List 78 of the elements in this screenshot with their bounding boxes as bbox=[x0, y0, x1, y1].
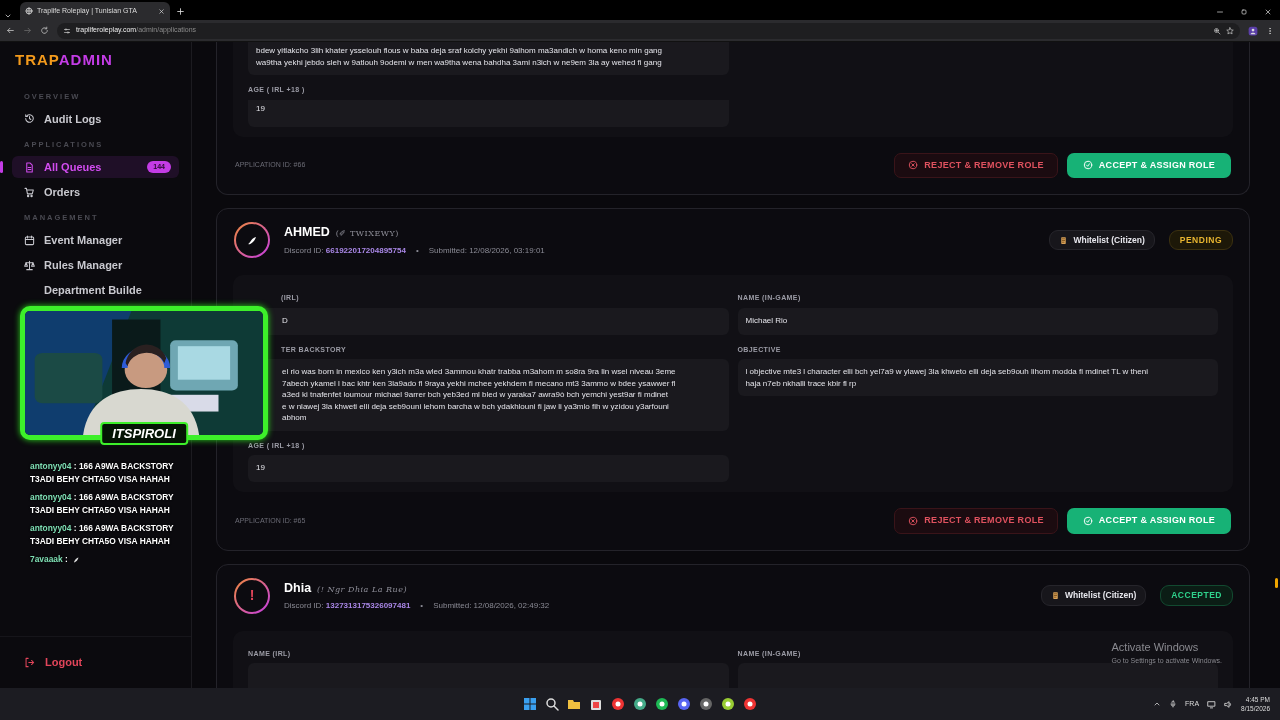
submitted-date: Submitted: 12/08/2026, 03:19:01 bbox=[428, 244, 545, 257]
check-circle-icon bbox=[1082, 515, 1093, 526]
arrow-app-icon[interactable] bbox=[720, 696, 736, 712]
sidebar-item[interactable]: Department Builde bbox=[12, 279, 179, 302]
separator-dot: • bbox=[415, 244, 419, 257]
site-info-icon[interactable] bbox=[63, 26, 71, 35]
notice-title: Activate Windows bbox=[1111, 640, 1200, 655]
logo: TRAPADMIN bbox=[14, 50, 114, 70]
sidebar-item[interactable]: Audit Logs bbox=[12, 107, 179, 130]
x-circle-icon bbox=[908, 160, 919, 171]
field-value: el rio was born in mexico ken y3ich m3a wled 3ammou khatr trabba m3ahom m so8ra 9ra lin wsel niveau 3eme 7abech ykamel l bac khtr ken 3la9ado fl 9raya yekhi mchee yekhdem fl mecano mt3 3ammo w bdee ysawwer fl a3ed ki tnafenfet loumour michael 9arrer bch yeb3ed ml bled w yaraka7 awra9ò bch yemchi yest9ar fi mdinet e w nlawej 3la khweti elli deja seb9ouni lehom barcha w bch ydakhlouni fi jaw li ya3mlo fih w yzidou y3arfouni abhom bbox=[282, 366, 676, 424]
bookmark-star-icon[interactable] bbox=[1226, 26, 1234, 35]
field-value: 19 bbox=[248, 455, 729, 482]
type-badge: Whitelist (Citizen) bbox=[1040, 585, 1147, 606]
scales-icon bbox=[24, 259, 35, 271]
scroll-icon bbox=[1059, 235, 1069, 245]
scrollbar-thumb[interactable] bbox=[1275, 578, 1278, 588]
browser-icon[interactable] bbox=[632, 696, 648, 712]
document-icon bbox=[24, 161, 35, 173]
close-icon[interactable] bbox=[1264, 8, 1272, 16]
emote-icon bbox=[71, 555, 80, 564]
calendar-icon bbox=[24, 234, 35, 246]
chat-message: antonyy04 : 166 A9WA BACKSTORY T3ADI BEHY CHTA5O VISA HAHAH bbox=[30, 460, 175, 486]
sidebar-item[interactable]: Rules Manager bbox=[12, 254, 179, 277]
chat-app-icon[interactable] bbox=[676, 696, 692, 712]
chat-message: 7avaaak : bbox=[30, 553, 200, 566]
field-value: 19 bbox=[248, 99, 729, 127]
nickname: (! Ngr Dhia La Rue) bbox=[317, 583, 408, 596]
field-value: l objective mte3 l character elli bch yel7a9 w ylawej 3la khweto elli deja seb9ouh lihom modda fi mdinet TL w theni haja n7eb nkhalli trace kbir fl rp bbox=[737, 359, 1218, 396]
discord-id: Discord ID: 661922017204895754 bbox=[284, 244, 406, 257]
microphone-icon[interactable] bbox=[1169, 700, 1178, 708]
monitor-icon[interactable] bbox=[1207, 699, 1217, 709]
back-icon[interactable] bbox=[6, 26, 15, 35]
zoom-icon[interactable] bbox=[1213, 26, 1221, 35]
app-icon[interactable] bbox=[698, 696, 714, 712]
sidebar-item[interactable]: Event Manager bbox=[12, 229, 179, 252]
check-circle-icon bbox=[1082, 160, 1093, 171]
submitted-date: Submitted: 12/08/2026, 02:49:32 bbox=[433, 600, 550, 613]
cart-icon bbox=[24, 186, 35, 198]
history-icon bbox=[24, 113, 35, 125]
reload-icon[interactable] bbox=[40, 26, 49, 35]
tab-list-icon[interactable] bbox=[4, 12, 12, 20]
start-icon[interactable] bbox=[522, 696, 538, 712]
discord-id: Discord ID: 1327313175326097481 bbox=[284, 600, 411, 613]
sidebar-item[interactable]: Orders bbox=[12, 181, 179, 203]
restore-icon[interactable] bbox=[1240, 8, 1248, 16]
menu-icon[interactable] bbox=[1266, 26, 1274, 35]
profile-icon[interactable] bbox=[1248, 25, 1258, 36]
field-value: Michael Rio bbox=[737, 307, 1218, 335]
applicant-name: Dhia bbox=[284, 579, 312, 597]
tray-caret-icon[interactable] bbox=[1153, 700, 1162, 708]
chat-message: antonyy04 : 166 A9WA BACKSTORY T3ADI BEHY CHTA5O VISA HAHAH bbox=[30, 522, 175, 548]
quill-icon bbox=[246, 234, 258, 246]
browser-icon[interactable] bbox=[742, 696, 758, 712]
type-badge: Whitelist (Citizen) bbox=[1049, 229, 1155, 251]
browser-icon[interactable] bbox=[610, 696, 626, 712]
separator-dot: • bbox=[420, 600, 424, 613]
nickname: (✐ TWIXEWY) bbox=[335, 228, 399, 241]
applicant-name: AHMED bbox=[284, 224, 330, 242]
search-icon[interactable] bbox=[544, 696, 560, 712]
status-badge: PENDING bbox=[1168, 229, 1233, 251]
globe-icon bbox=[25, 7, 33, 15]
reject-button[interactable]: REJECT & REMOVE ROLE bbox=[894, 152, 1058, 178]
speaker-icon[interactable] bbox=[1224, 699, 1234, 709]
avatar: ! bbox=[234, 577, 270, 614]
close-icon[interactable] bbox=[158, 7, 165, 15]
x-circle-icon bbox=[908, 515, 919, 526]
field-value: bdew yitlakcho 3lih khater ysselouh flous w baba deja sraf kolchy yekhi 9alhom ma3andich w homa keno min gang wa9tha yekhi jebdo sleh w 9atlouh 9odemi w men wa9tha wena bahdha 3ami n3ich w ne9em 3la ay wehed fi gang bbox=[248, 42, 729, 75]
logout-icon bbox=[24, 657, 35, 668]
reject-button[interactable]: REJECT & REMOVE ROLE bbox=[894, 508, 1058, 534]
chat-message: antonyy04 : 166 A9WA BACKSTORY T3ADI BEHY CHTA5O VISA HAHAH bbox=[30, 491, 175, 517]
scroll-icon bbox=[1050, 591, 1060, 600]
field-value: D bbox=[282, 314, 288, 326]
active-indicator bbox=[0, 161, 3, 173]
new-tab-icon[interactable] bbox=[176, 7, 185, 16]
music-app-icon[interactable] bbox=[654, 696, 670, 712]
status-badge: ACCEPTED bbox=[1160, 585, 1233, 606]
streamer-name: ITSPIROLI bbox=[100, 421, 188, 445]
